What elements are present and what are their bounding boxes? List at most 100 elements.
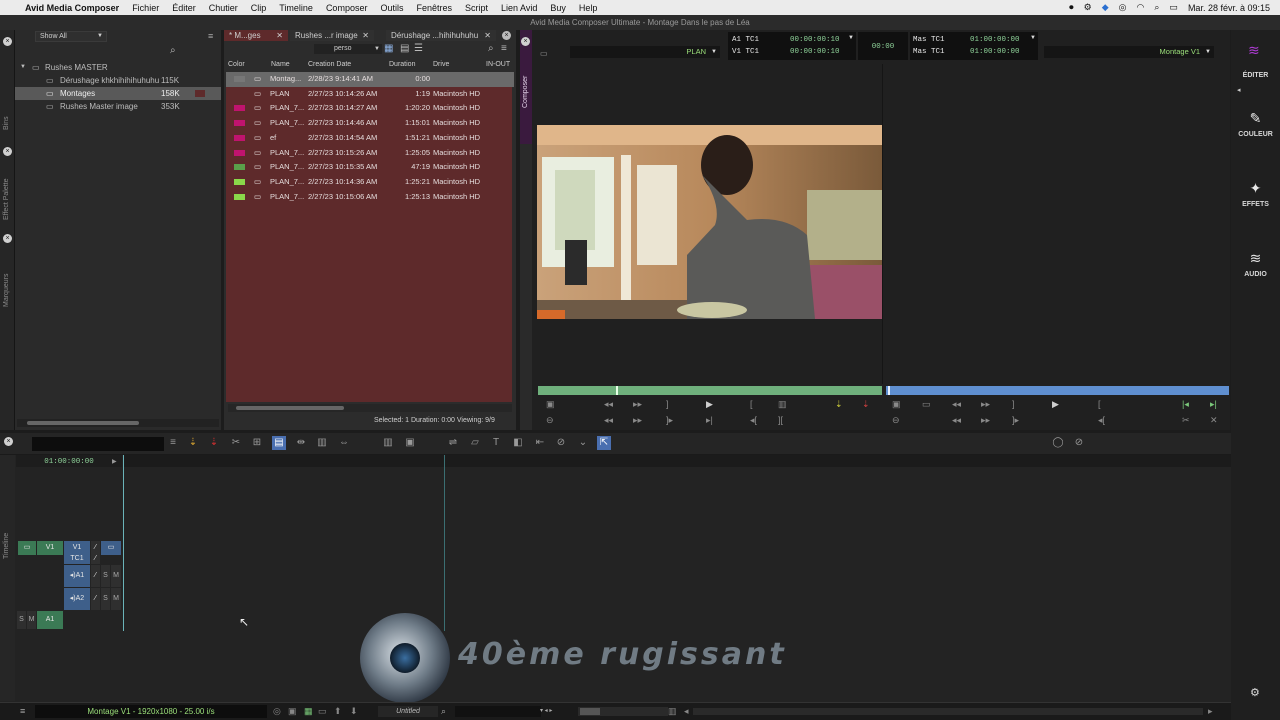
composer-side-tab[interactable]: × Composer [520,30,532,144]
close-icon[interactable]: ✕ [276,30,283,41]
source-clip-name-menu[interactable]: PLAN ▼ [570,46,720,58]
bin-clip-row[interactable]: ▭ PLAN_7... 2/27/23 10:15:26 AM 1:25:05 Maci… [226,146,514,161]
track-lock-toggle[interactable]: ⁄ [91,553,100,564]
mark-in-icon[interactable]: [ [1098,399,1101,409]
bin-clip-row[interactable]: ▭ PLAN_7... 2/27/23 10:14:27 AM 1:20:20 Maci… [226,101,514,116]
search-icon[interactable]: ⌕ [1154,2,1159,13]
extract-icon[interactable]: ▸| [1210,399,1217,410]
bin-clip-row[interactable]: ▭ PLAN_7... 2/27/23 10:14:46 AM 1:15:01 Maci… [226,116,514,131]
timeline-position-indicator[interactable] [123,455,124,631]
close-icon[interactable]: × [3,147,12,156]
zoom-arrows-icon[interactable]: ▾ ◂ ▸ [540,707,552,714]
toggle-icon[interactable]: ▭ [1169,2,1178,13]
timeline-side-tab[interactable]: Timeline [0,455,15,701]
tab-rushes-image[interactable]: Rushes ...r image ✕ [290,30,374,41]
bin-clip-row[interactable]: ▭ ef 2/27/23 10:14:54 AM 1:51:21 Macintosh H… [226,131,514,146]
scrollbar-thumb[interactable] [236,406,344,410]
record-track-a1[interactable]: ◂)A1 [64,565,90,587]
timeline-scroll-right-icon[interactable]: ▸ [1208,706,1213,717]
close-icon[interactable]: × [3,234,12,243]
script-view-icon[interactable]: ▤ [400,43,409,54]
render-icon[interactable]: ⊘ [1072,436,1086,450]
audio-levels-icon[interactable]: ⇌ [446,436,460,450]
wifi-icon[interactable]: ◠ [1137,2,1145,13]
play-icon[interactable]: ▶ [706,399,713,410]
jog-forward-icon[interactable]: ▸▸ [633,415,642,426]
workspace-editer[interactable]: ÉDITER [1231,72,1280,79]
menu-clip[interactable]: Clip [251,3,267,13]
show-filter-dropdown[interactable]: Show All ▼ [35,31,107,42]
play-in-out-icon[interactable]: ▸| [706,415,713,426]
splice-in-icon[interactable]: ⇣ [186,436,200,450]
video-track-icon[interactable]: ▦ [304,706,313,717]
upload-icon[interactable]: ⬆ [334,706,342,717]
step-forward-icon[interactable]: ▸▸ [633,399,642,410]
marqueurs-tab-label[interactable]: Marqueurs [3,274,10,307]
timeline-horizontal-scrollbar[interactable] [693,708,1203,715]
jog-back-icon[interactable]: ◂◂ [952,415,961,426]
tab-montages[interactable]: * M...ges ✕ [224,30,288,41]
menu-chutier[interactable]: Chutier [209,3,238,13]
bin-view-dropdown[interactable]: perso ▼ [314,44,382,54]
overwrite-trim-icon[interactable]: ▥ [315,436,329,450]
bin-clip-row[interactable]: ▭ PLAN_7... 2/27/23 10:14:36 AM 1:25:21 Maci… [226,175,514,190]
menu-buy[interactable]: Buy [550,3,566,13]
menu-fenetres[interactable]: Fenêtres [416,3,452,13]
step-back-icon[interactable]: ◂◂ [604,399,613,410]
list-view-icon[interactable]: ☰ [414,43,423,54]
add-edit-icon[interactable]: ⊞ [250,436,264,450]
mute-button[interactable]: M [27,611,36,629]
workspace-audio[interactable]: ≋ AUDIO [1231,250,1280,278]
match-frame-icon[interactable]: ▣ [546,399,555,410]
horizontal-scrollbar[interactable] [228,404,512,412]
timeline-scroll-left-icon[interactable]: ◂ [684,706,689,717]
effect-mode-icon[interactable]: ▣ [403,436,417,450]
toggle-icon[interactable]: ▭ [318,706,327,717]
track-lock-toggle[interactable]: ⁄ [91,588,100,610]
column-header-color[interactable]: Color [228,58,245,72]
column-header-duration[interactable]: Duration [389,58,415,72]
frame-view-icon[interactable]: ▦ [384,43,393,54]
go-to-in-icon[interactable]: ◂[ [1098,415,1105,426]
source-timecode-display[interactable]: A1 TC1 00:00:00:10 V1 TC1 00:00:00:10 ▼ [728,32,856,60]
close-icon[interactable]: ✕ [1210,415,1218,426]
jog-back-icon[interactable]: ◂◂ [604,415,613,426]
go-to-out-icon[interactable]: ]▸ [666,415,673,426]
source-video-monitor-button[interactable]: ▭ [18,541,36,555]
timeline-ruler[interactable] [124,455,1231,467]
record-track-tc1[interactable]: TC1 [64,553,90,564]
bin-clip-row[interactable]: ▭ PLAN 2/27/23 10:14:26 AM 1:19 Macintosh HD [226,87,514,102]
zoom-slider-thumb[interactable] [580,708,600,715]
mark-clip-icon[interactable]: ▥ [778,399,787,410]
go-to-in-icon[interactable]: ◂[ [750,415,757,426]
video-monitor-toggle[interactable]: ▭ [101,541,121,555]
bin-list-item[interactable]: ▭ Rushes Master image 353K [15,100,221,113]
panel-menu-icon[interactable]: ≡ [501,43,507,54]
jog-forward-icon[interactable]: ▸▸ [981,415,990,426]
segment-icon[interactable]: ⇹ [294,436,308,450]
download-icon[interactable]: ⬇ [350,706,358,717]
bin-selector-dropdown[interactable]: Untitled [378,706,438,717]
mark-out-icon[interactable]: ] [1012,399,1015,409]
match-frame-icon[interactable]: ▣ [892,399,901,410]
tab-derushage[interactable]: Dérushage ...hihihuhuhu ✕ [386,30,496,41]
source-monitor-frame[interactable] [537,125,882,319]
source-position-bar[interactable] [538,386,882,395]
bin-clip-row[interactable]: ▭ PLAN_7... 2/27/23 10:15:06 AM 1:25:13 Maci… [226,190,514,205]
bin-folder-row[interactable]: ▼ ▭ Rushes MASTER [15,61,221,74]
scrollbar-thumb[interactable] [27,421,139,425]
monitor-menu-icon[interactable]: ▭ [540,49,548,58]
menu-script[interactable]: Script [465,3,488,13]
timeline-view-icon[interactable]: ▤ [272,436,286,450]
fast-menu-icon[interactable]: ▣ [288,706,297,717]
focus-icon[interactable]: ◎ [273,706,281,717]
video-quality-icon[interactable]: ◧ [511,436,525,450]
effect-palette-tab-label[interactable]: Effect Palette [3,178,10,220]
audio-mixer-icon[interactable]: ▥ [381,436,395,450]
timeline-timecode-box[interactable]: 01:00:00:00 [16,455,122,467]
close-icon[interactable]: ✕ [484,30,491,41]
close-icon[interactable]: × [502,31,511,40]
menu-outils[interactable]: Outils [380,3,403,13]
bin-clip-row[interactable]: ▭ Montag... 2/28/23 9:14:41 AM 0:00 [226,72,514,87]
menu-app-name[interactable]: Avid Media Composer [25,3,119,13]
